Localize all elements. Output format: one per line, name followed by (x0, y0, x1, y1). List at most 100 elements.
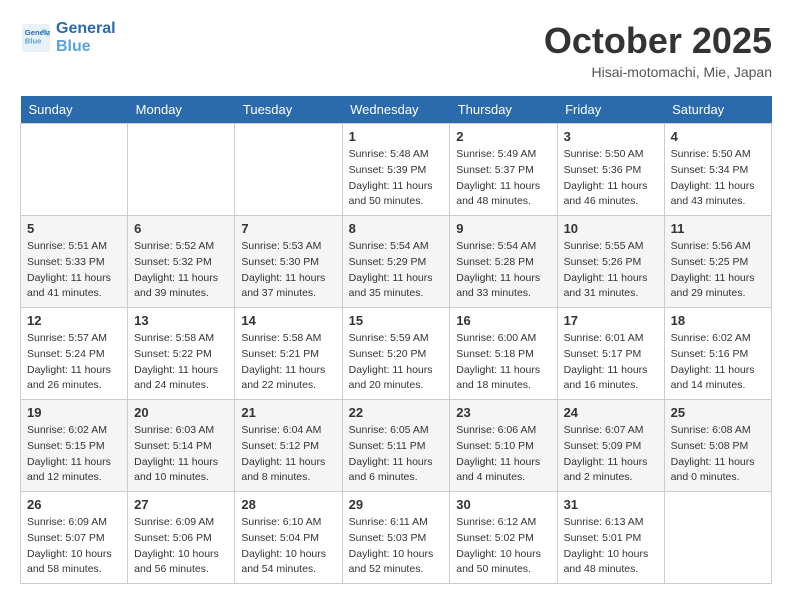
calendar-cell: 21Sunrise: 6:04 AMSunset: 5:12 PMDayligh… (235, 400, 342, 492)
day-info: Sunrise: 5:59 AM (349, 331, 444, 347)
calendar-cell: 10Sunrise: 5:55 AMSunset: 5:26 PMDayligh… (557, 216, 664, 308)
day-info: Sunset: 5:03 PM (349, 531, 444, 547)
day-info: Daylight: 11 hours (671, 271, 765, 287)
day-info: and 16 minutes. (564, 378, 658, 394)
calendar-cell: 9Sunrise: 5:54 AMSunset: 5:28 PMDaylight… (450, 216, 557, 308)
day-info: Daylight: 11 hours (349, 179, 444, 195)
day-info: Sunset: 5:24 PM (27, 347, 121, 363)
day-info: Sunrise: 5:54 AM (456, 239, 550, 255)
day-info: Sunset: 5:18 PM (456, 347, 550, 363)
day-info: Sunset: 5:06 PM (134, 531, 228, 547)
day-info: and 24 minutes. (134, 378, 228, 394)
calendar-cell: 4 Sunrise: 5:50 AMSunset: 5:34 PMDaylight… (664, 124, 771, 216)
calendar-cell: 2Sunrise: 5:49 AMSunset: 5:37 PMDaylight… (450, 124, 557, 216)
day-info: Sunset: 5:22 PM (134, 347, 228, 363)
day-info: and 48 minutes. (564, 562, 658, 578)
calendar-cell: 5Sunrise: 5:51 AMSunset: 5:33 PMDaylight… (21, 216, 128, 308)
day-number: 4 (671, 129, 765, 144)
day-number: 20 (134, 405, 228, 420)
day-info: Sunset: 5:34 PM (671, 163, 765, 179)
calendar-cell: 16Sunrise: 6:00 AMSunset: 5:18 PMDayligh… (450, 308, 557, 400)
day-info: and 29 minutes. (671, 286, 765, 302)
day-info: Sunrise: 5:55 AM (564, 239, 658, 255)
day-number: 11 (671, 221, 765, 236)
day-info: Sunset: 5:32 PM (134, 255, 228, 271)
day-info: Sunrise: 6:02 AM (27, 423, 121, 439)
day-info: Sunset: 5:37 PM (456, 163, 550, 179)
calendar-cell: 24Sunrise: 6:07 AMSunset: 5:09 PMDayligh… (557, 400, 664, 492)
day-number: 14 (241, 313, 335, 328)
day-info: Daylight: 10 hours (27, 547, 121, 563)
day-info: Daylight: 11 hours (564, 363, 658, 379)
calendar-cell: 11Sunrise: 5:56 AMSunset: 5:25 PMDayligh… (664, 216, 771, 308)
day-info: and 4 minutes. (456, 470, 550, 486)
day-number: 30 (456, 497, 550, 512)
day-info: and 58 minutes. (27, 562, 121, 578)
day-info: Sunrise: 6:03 AM (134, 423, 228, 439)
day-info: Sunrise: 5:58 AM (241, 331, 335, 347)
day-info: Sunrise: 5:48 AM (349, 147, 444, 163)
day-info: and 39 minutes. (134, 286, 228, 302)
day-info: Sunrise: 5:50 AM (671, 147, 765, 163)
day-number: 29 (349, 497, 444, 512)
day-number: 26 (27, 497, 121, 512)
day-info: Sunrise: 6:04 AM (241, 423, 335, 439)
calendar-cell (128, 124, 235, 216)
day-info: Daylight: 11 hours (671, 179, 765, 195)
day-info: Sunrise: 6:12 AM (456, 515, 550, 531)
day-info: and 12 minutes. (27, 470, 121, 486)
day-info: Sunset: 5:28 PM (456, 255, 550, 271)
calendar-cell: 14Sunrise: 5:58 AMSunset: 5:21 PMDayligh… (235, 308, 342, 400)
calendar-cell: 22Sunrise: 6:05 AMSunset: 5:11 PMDayligh… (342, 400, 450, 492)
calendar-header: SundayMondayTuesdayWednesdayThursdayFrid… (21, 96, 772, 124)
calendar-cell: 7Sunrise: 5:53 AMSunset: 5:30 PMDaylight… (235, 216, 342, 308)
day-info: Sunrise: 6:11 AM (349, 515, 444, 531)
calendar-cell: 8Sunrise: 5:54 AMSunset: 5:29 PMDaylight… (342, 216, 450, 308)
calendar-cell: 29Sunrise: 6:11 AMSunset: 5:03 PMDayligh… (342, 492, 450, 584)
day-info: Daylight: 11 hours (349, 455, 444, 471)
day-info: Sunset: 5:01 PM (564, 531, 658, 547)
day-info: and 37 minutes. (241, 286, 335, 302)
day-info: Sunset: 5:07 PM (27, 531, 121, 547)
day-info: Daylight: 11 hours (134, 455, 228, 471)
day-number: 28 (241, 497, 335, 512)
calendar-cell: 15Sunrise: 5:59 AMSunset: 5:20 PMDayligh… (342, 308, 450, 400)
day-info: Daylight: 11 hours (241, 455, 335, 471)
svg-text:Blue: Blue (25, 37, 42, 46)
day-info: Daylight: 10 hours (134, 547, 228, 563)
day-info: Sunset: 5:29 PM (349, 255, 444, 271)
day-info: Daylight: 11 hours (671, 455, 765, 471)
day-info: Sunrise: 5:58 AM (134, 331, 228, 347)
day-info: Daylight: 11 hours (27, 271, 121, 287)
logo-blue: Blue (56, 38, 116, 56)
day-info: Daylight: 11 hours (241, 271, 335, 287)
day-number: 5 (27, 221, 121, 236)
day-info: and 46 minutes. (564, 194, 658, 210)
calendar-cell: 19Sunrise: 6:02 AMSunset: 5:15 PMDayligh… (21, 400, 128, 492)
day-info: Daylight: 11 hours (134, 271, 228, 287)
day-info: and 35 minutes. (349, 286, 444, 302)
calendar-table: SundayMondayTuesdayWednesdayThursdayFrid… (20, 96, 772, 584)
day-info: Sunrise: 5:51 AM (27, 239, 121, 255)
day-number: 8 (349, 221, 444, 236)
calendar-cell: 6Sunrise: 5:52 AMSunset: 5:32 PMDaylight… (128, 216, 235, 308)
day-info: Sunrise: 6:08 AM (671, 423, 765, 439)
day-number: 19 (27, 405, 121, 420)
day-info: Sunrise: 6:02 AM (671, 331, 765, 347)
day-info: Sunrise: 6:09 AM (134, 515, 228, 531)
day-info: and 56 minutes. (134, 562, 228, 578)
day-number: 22 (349, 405, 444, 420)
day-number: 21 (241, 405, 335, 420)
calendar-cell: 27Sunrise: 6:09 AMSunset: 5:06 PMDayligh… (128, 492, 235, 584)
day-info: Daylight: 11 hours (349, 363, 444, 379)
day-info: and 6 minutes. (349, 470, 444, 486)
day-info: and 41 minutes. (27, 286, 121, 302)
day-info: and 48 minutes. (456, 194, 550, 210)
logo: General Blue General Blue (20, 20, 116, 56)
day-info: Sunset: 5:21 PM (241, 347, 335, 363)
day-info: Sunrise: 5:52 AM (134, 239, 228, 255)
location: Hisai-motomachi, Mie, Japan (544, 64, 772, 80)
day-info: Sunset: 5:09 PM (564, 439, 658, 455)
day-info: Sunset: 5:26 PM (564, 255, 658, 271)
day-info: Sunset: 5:17 PM (564, 347, 658, 363)
